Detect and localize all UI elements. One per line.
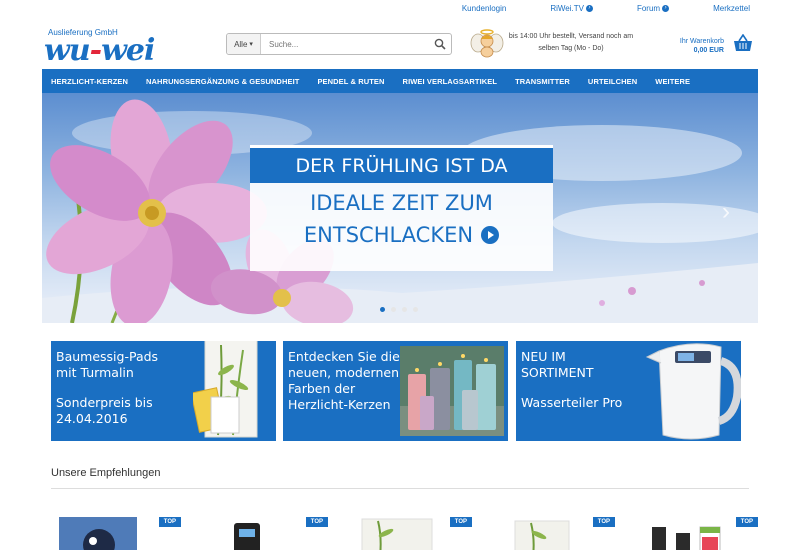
product-card[interactable]: TOP <box>350 517 472 550</box>
customer-login-label: Kundenlogin <box>461 4 507 13</box>
top-badge: TOP <box>449 517 472 527</box>
top-badge: TOP <box>735 517 758 527</box>
search-icon[interactable] <box>429 34 451 54</box>
nav-item-transmitter[interactable]: TRANSMITTER <box>506 77 579 86</box>
hero-slider[interactable]: DER FRÜHLING IST DA IDEALE ZEIT ZUM ENTS… <box>42 93 758 323</box>
chevron-right-icon[interactable]: › <box>722 198 730 226</box>
product-card[interactable]: TOP <box>59 517 181 550</box>
promo-line: Sonderpreis bis <box>56 395 153 410</box>
hero-line-2: IDEALE ZEIT ZUM <box>310 191 493 215</box>
play-circle-icon[interactable] <box>481 226 500 244</box>
nav-item-riwei-verlagsartikel[interactable]: RIWEI VERLAGSARTIKEL <box>394 77 507 86</box>
logo-word-a: wu <box>44 33 91 68</box>
cart-label: Ihr Warenkorb <box>679 38 724 45</box>
customer-login-link[interactable]: Kundenlogin <box>440 4 506 13</box>
riwei-tv-label: RiWei.TV <box>550 4 584 13</box>
nav-item-pendel-ruten[interactable]: PENDEL & RUTEN <box>308 77 393 86</box>
promo-line: Baumessig-Pads <box>56 349 159 364</box>
top-badge: TOP <box>305 517 328 527</box>
main-nav: HERZLICHT-KERZEN NAHRUNGSERGÄNZUNG & GES… <box>42 69 758 93</box>
product-image <box>514 520 570 550</box>
recommendations-title: Unsere Empfehlungen <box>51 467 161 479</box>
candles-product-image <box>400 346 504 436</box>
slider-dot[interactable] <box>402 307 407 312</box>
product-card[interactable]: TOP <box>206 517 328 550</box>
forum-label: Forum <box>636 4 661 13</box>
section-divider <box>51 488 749 489</box>
site-logo[interactable]: Auslieferung GmbH wu-wei <box>44 28 164 68</box>
search-category-select[interactable]: Alle <box>227 34 261 54</box>
riwei-tv-link[interactable]: RiWei.TV › <box>528 4 593 13</box>
top-badge: TOP <box>592 517 615 527</box>
slider-dot[interactable] <box>391 307 396 312</box>
product-image <box>59 517 137 550</box>
wishlist-link[interactable]: Merkzettel <box>691 4 750 13</box>
promo-line: Entdecken Sie die <box>288 349 400 364</box>
promo-line: 24.04.2016 <box>56 411 128 426</box>
nav-item-urteilchen[interactable]: URTEILCHEN <box>579 77 646 86</box>
promo-tile-wasserteiler[interactable]: NEU IM SORTIMENT Wasserteiler Pro <box>516 341 741 441</box>
promo-text: NEU IM SORTIMENT Wasserteiler Pro <box>521 349 622 411</box>
water-jug-product-image <box>645 343 741 440</box>
hero-cta-box[interactable]: IDEALE ZEIT ZUM ENTSCHLACKEN <box>250 183 553 271</box>
product-card[interactable]: TOP <box>636 517 758 550</box>
promo-text: Baumessig-Pads mit Turmalin Sonderpreis … <box>56 349 158 427</box>
arrow-right-icon: › <box>662 5 670 12</box>
top-badge: TOP <box>158 517 181 527</box>
promo-line: NEU IM <box>521 349 566 364</box>
slider-dot[interactable] <box>380 307 385 312</box>
search-bar: Alle <box>226 33 452 55</box>
forum-link[interactable]: Forum › <box>615 4 670 13</box>
logo-dash: - <box>89 33 102 68</box>
basket-icon[interactable] <box>733 33 753 52</box>
top-links: Kundenlogin RiWei.TV › Forum › Merkzettel <box>418 4 750 13</box>
slider-dots <box>380 307 418 312</box>
page: Kundenlogin RiWei.TV › Forum › Merkzettel … <box>0 0 800 550</box>
hero-line-3-text: ENTSCHLACKEN <box>303 223 474 247</box>
product-image <box>234 523 260 550</box>
cart-summary[interactable]: Ihr Warenkorb 0,00 EUR <box>660 37 724 55</box>
promo-line: Wasserteiler Pro <box>521 395 623 410</box>
search-input[interactable] <box>261 39 429 49</box>
nav-item-nahrungsergaenzung[interactable]: NAHRUNGSERGÄNZUNG & GESUNDHEIT <box>137 77 308 86</box>
pads-product-image <box>193 341 258 438</box>
product-image <box>361 518 433 550</box>
promo-line: SORTIMENT <box>521 365 594 380</box>
product-image <box>652 526 721 550</box>
nav-item-weitere[interactable]: WEITERE <box>646 77 699 86</box>
cart-total: 0,00 EUR <box>693 47 724 54</box>
promo-tile-herzlicht-kerzen[interactable]: Entdecken Sie die neuen, modernen Farben… <box>283 341 508 441</box>
promo-tile-baumessig-pads[interactable]: Baumessig-Pads mit Turmalin Sonderpreis … <box>51 341 276 441</box>
promo-line: neuen, modernen <box>288 365 399 380</box>
promo-line: Farben der <box>288 381 356 396</box>
hero-line-3: ENTSCHLACKEN <box>303 223 500 247</box>
arrow-right-icon: › <box>585 5 593 12</box>
angel-mascot-icon <box>470 28 504 58</box>
hero-headline: DER FRÜHLING IST DA <box>250 145 553 183</box>
nav-item-herzlicht-kerzen[interactable]: HERZLICHT-KERZEN <box>42 77 137 86</box>
wishlist-label: Merkzettel <box>713 4 750 13</box>
logo-wordmark: wu-wei <box>44 33 155 68</box>
promo-line: mit Turmalin <box>56 365 134 380</box>
slider-dot[interactable] <box>413 307 418 312</box>
delivery-note: bis 14:00 Uhr bestellt, Versand noch am … <box>508 33 634 52</box>
product-card[interactable]: TOP <box>493 517 615 550</box>
logo-word-b: wei <box>101 33 155 68</box>
promo-line: Herzlicht-Kerzen <box>288 397 391 412</box>
promo-text: Entdecken Sie die neuen, modernen Farben… <box>288 349 400 413</box>
